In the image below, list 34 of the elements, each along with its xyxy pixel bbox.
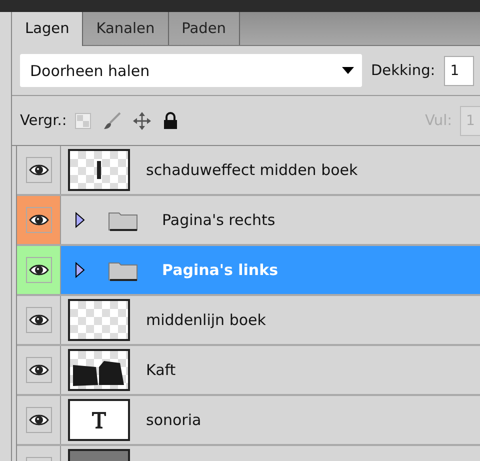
lock-label: Vergr.: — [20, 112, 67, 128]
book-shape-drawing — [73, 361, 125, 387]
opacity-field[interactable]: 1 — [444, 56, 474, 86]
tab[interactable]: Lagen — [12, 12, 84, 46]
layer-row[interactable]: sonoria — [17, 396, 480, 446]
type-tool-icon — [91, 411, 107, 429]
layer-name: middenlijn boek — [146, 311, 266, 329]
eye-icon — [28, 312, 48, 328]
eye-icon — [28, 362, 48, 378]
layer-row[interactable]: middenlijn boek — [17, 296, 480, 346]
layer-name: schaduweffect midden boek — [146, 161, 358, 179]
eye-icon — [28, 162, 48, 178]
visibility-toggle[interactable] — [17, 196, 61, 244]
layer-name: Pagina's rechts — [162, 211, 276, 229]
eye-icon — [28, 412, 48, 428]
layer-row[interactable]: schaduweffect midden boek — [17, 146, 480, 196]
bar-shape-drawing — [97, 161, 101, 179]
brush-icon — [102, 112, 121, 130]
move-icon — [132, 112, 151, 130]
layer-thumbnail — [68, 299, 130, 341]
layer-row[interactable]: Kaft — [17, 346, 480, 396]
layer-name: Pagina's links — [162, 261, 278, 279]
eye-icon — [28, 212, 48, 228]
visibility-toggle[interactable] — [17, 246, 61, 294]
lock-icon — [162, 112, 178, 130]
transparency-lock-icon — [74, 112, 91, 128]
blend-mode-dropdown[interactable]: Doorheen halen — [20, 54, 362, 87]
layer-name: Kaft — [146, 361, 176, 379]
opacity-label: Dekking: — [371, 62, 436, 78]
tab[interactable]: Paden — [168, 12, 240, 45]
eye-icon — [28, 262, 48, 278]
dropdown-caret-icon — [342, 66, 354, 74]
tab[interactable]: Kanalen — [83, 12, 169, 45]
layer-name: sonoria — [146, 411, 202, 429]
